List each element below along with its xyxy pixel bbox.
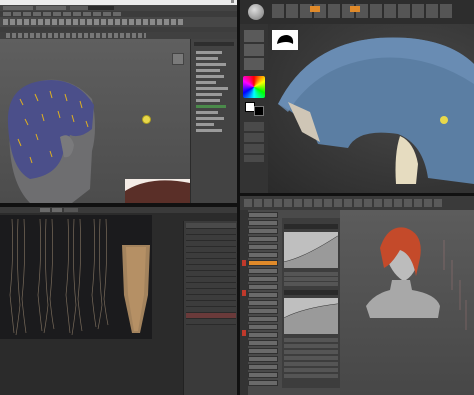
brush-tools[interactable] bbox=[244, 30, 264, 70]
menu-item-edit[interactable] bbox=[36, 6, 66, 10]
marker-red[interactable] bbox=[242, 290, 246, 296]
sun-icon[interactable] bbox=[143, 116, 150, 123]
outliner-item[interactable] bbox=[196, 63, 226, 66]
curve-slider-group[interactable] bbox=[284, 338, 338, 378]
curve-panel-header[interactable] bbox=[284, 290, 338, 295]
editor-button[interactable] bbox=[248, 220, 278, 226]
preview-tab[interactable] bbox=[52, 208, 62, 212]
editor-button[interactable] bbox=[248, 364, 278, 370]
hair-strands bbox=[9, 218, 150, 336]
xgen-preview-window bbox=[0, 207, 237, 395]
female-bust-model bbox=[366, 227, 467, 330]
curve-panel-header[interactable] bbox=[284, 224, 338, 229]
outliner-item[interactable] bbox=[196, 123, 214, 126]
strand-preview-canvas[interactable] bbox=[0, 215, 152, 339]
outliner-item[interactable] bbox=[196, 87, 228, 90]
shelf-toolbar bbox=[0, 17, 237, 27]
view-cube-icon[interactable] bbox=[172, 53, 184, 65]
material-buttons[interactable] bbox=[244, 122, 264, 162]
shelf-tab-list[interactable] bbox=[3, 12, 123, 16]
editor-button[interactable] bbox=[248, 316, 278, 322]
shelf-tool-icons[interactable] bbox=[3, 19, 183, 25]
editor-button[interactable] bbox=[248, 324, 278, 330]
viewport-toolbar bbox=[0, 32, 237, 39]
editor-button[interactable] bbox=[248, 244, 278, 250]
outliner-panel bbox=[190, 39, 237, 203]
secondary-color-swatch[interactable] bbox=[254, 106, 264, 116]
outliner-item[interactable] bbox=[196, 75, 224, 78]
curve-panel-column bbox=[282, 218, 340, 388]
outliner-item[interactable] bbox=[196, 111, 218, 114]
editor-button[interactable] bbox=[248, 252, 278, 258]
preview-tab[interactable] bbox=[64, 208, 78, 212]
curve-slider-group[interactable] bbox=[284, 272, 338, 286]
editor-button[interactable] bbox=[248, 268, 278, 274]
maya-window bbox=[0, 0, 237, 203]
viewport-icons[interactable] bbox=[6, 33, 146, 38]
marker-red[interactable] bbox=[242, 330, 246, 336]
outliner-item[interactable] bbox=[196, 117, 224, 120]
zbrush-left-shelf bbox=[240, 24, 268, 193]
brush-sphere-icon[interactable] bbox=[248, 4, 264, 20]
helmet-hair-mesh bbox=[278, 37, 474, 184]
xgen-settings-panel bbox=[183, 221, 237, 395]
outliner-item[interactable] bbox=[196, 129, 222, 132]
close-icon[interactable] bbox=[231, 0, 234, 3]
active-draw-button[interactable] bbox=[350, 6, 360, 12]
outliner-item-selected[interactable] bbox=[196, 105, 226, 108]
curve-graph[interactable] bbox=[283, 232, 339, 268]
editor-button[interactable] bbox=[248, 212, 278, 218]
editor-button[interactable] bbox=[248, 236, 278, 242]
zbrush-window bbox=[240, 0, 474, 193]
outliner-item[interactable] bbox=[196, 69, 220, 72]
outliner-item[interactable] bbox=[196, 99, 220, 102]
editor-button[interactable] bbox=[248, 284, 278, 290]
marker-red[interactable] bbox=[242, 260, 246, 266]
zbrush-canvas[interactable] bbox=[268, 24, 474, 193]
editor-button[interactable] bbox=[248, 228, 278, 234]
texture-editor-window bbox=[240, 196, 474, 395]
preview-tab[interactable] bbox=[40, 208, 50, 212]
workspace-dropdown[interactable] bbox=[88, 6, 114, 10]
zbrush-top-shelf bbox=[240, 0, 474, 24]
light-icon[interactable] bbox=[440, 116, 448, 124]
outliner-item[interactable] bbox=[196, 93, 222, 96]
editor-left-strip bbox=[240, 210, 248, 395]
editor-button-column bbox=[248, 212, 280, 392]
editor-button[interactable] bbox=[248, 340, 278, 346]
curve-graph[interactable] bbox=[283, 298, 339, 334]
editor-button[interactable] bbox=[248, 380, 278, 386]
editor-toolbar bbox=[240, 196, 474, 210]
zbrush-tool-buttons[interactable] bbox=[272, 4, 452, 18]
outliner-search[interactable] bbox=[194, 42, 234, 46]
outliner-item[interactable] bbox=[196, 51, 222, 54]
editor-button[interactable] bbox=[248, 292, 278, 298]
editor-button[interactable] bbox=[248, 372, 278, 378]
preview-title-bar bbox=[0, 207, 237, 213]
outliner-item[interactable] bbox=[196, 81, 216, 84]
head-model bbox=[7, 79, 205, 203]
viewport-3d[interactable] bbox=[0, 39, 205, 203]
menu-item-file[interactable] bbox=[3, 6, 33, 10]
color-picker[interactable] bbox=[243, 76, 265, 98]
settings-row[interactable] bbox=[186, 319, 236, 325]
outliner-item[interactable] bbox=[196, 57, 218, 60]
editor-3d-viewport[interactable] bbox=[340, 210, 474, 395]
active-mode-button[interactable] bbox=[310, 6, 320, 12]
editor-button[interactable] bbox=[248, 308, 278, 314]
editor-button[interactable] bbox=[248, 348, 278, 354]
editor-button[interactable] bbox=[248, 356, 278, 362]
editor-button[interactable] bbox=[248, 332, 278, 338]
editor-tool-buttons[interactable] bbox=[244, 199, 444, 207]
editor-button[interactable] bbox=[248, 276, 278, 282]
editor-button-active[interactable] bbox=[248, 260, 278, 266]
editor-button[interactable] bbox=[248, 300, 278, 306]
